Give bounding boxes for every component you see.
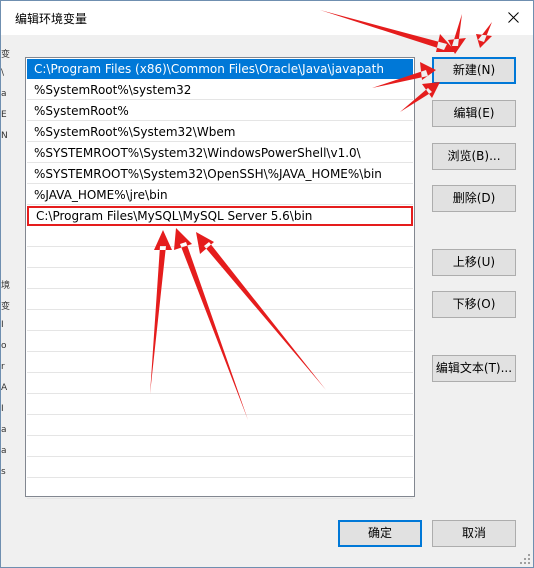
path-list-empty-row[interactable] bbox=[27, 458, 413, 478]
ok-button[interactable]: 确定 bbox=[338, 520, 422, 547]
path-list-item[interactable]: %SYSTEMROOT%\System32\WindowsPowerShell\… bbox=[27, 143, 413, 163]
new-button[interactable]: 新建(N) bbox=[432, 57, 516, 84]
path-list-empty-row[interactable] bbox=[27, 479, 413, 499]
path-list-item-editing[interactable]: C:\Program Files\MySQL\MySQL Server 5.6\… bbox=[27, 206, 413, 226]
background-glyph: o bbox=[1, 341, 7, 351]
path-list-empty-row[interactable] bbox=[27, 248, 413, 268]
path-list-empty-row[interactable] bbox=[27, 395, 413, 415]
background-glyph: s bbox=[1, 467, 6, 477]
background-glyph: a bbox=[1, 89, 7, 99]
path-list-empty-row[interactable] bbox=[27, 416, 413, 436]
background-glyph: 境 bbox=[1, 281, 11, 291]
browse-button[interactable]: 浏览(B)... bbox=[432, 143, 516, 170]
window-title: 编辑环境变量 bbox=[15, 12, 88, 26]
path-list-empty-row[interactable] bbox=[27, 332, 413, 352]
move-up-button[interactable]: 上移(U) bbox=[432, 249, 516, 276]
path-list-empty-row[interactable] bbox=[27, 437, 413, 457]
background-glyph: a bbox=[1, 446, 7, 456]
background-glyph: r bbox=[1, 362, 5, 372]
title-bar[interactable]: 编辑环境变量 bbox=[1, 1, 533, 35]
path-list-empty-row[interactable] bbox=[27, 290, 413, 310]
edit-text-button[interactable]: 编辑文本(T)... bbox=[432, 355, 516, 382]
background-glyph: 变 bbox=[1, 50, 11, 60]
path-list-empty-row[interactable] bbox=[27, 311, 413, 331]
background-glyph: A bbox=[1, 383, 8, 393]
background-window-edge: 变 \ a E N 境变 Io r A Ia a s bbox=[1, 35, 11, 505]
close-icon bbox=[507, 11, 519, 23]
path-list-item[interactable]: %SYSTEMROOT%\System32\OpenSSH\%JAVA_HOME… bbox=[27, 164, 413, 184]
edit-env-variable-dialog: 编辑环境变量 变 \ a E N 境变 Io r A Ia a s C:\Program Files … bbox=[0, 0, 534, 568]
path-list-item[interactable]: %SystemRoot%\system32 bbox=[27, 80, 413, 100]
path-list-item[interactable]: %SystemRoot% bbox=[27, 101, 413, 121]
move-down-button[interactable]: 下移(O) bbox=[432, 291, 516, 318]
background-glyph: N bbox=[1, 131, 8, 141]
background-glyph: 变 bbox=[1, 302, 11, 312]
path-list-item[interactable]: %SystemRoot%\System32\Wbem bbox=[27, 122, 413, 142]
resize-grip-icon[interactable] bbox=[519, 553, 531, 565]
path-list-item[interactable]: C:\Program Files (x86)\Common Files\Orac… bbox=[27, 59, 413, 79]
path-list[interactable]: C:\Program Files (x86)\Common Files\Orac… bbox=[25, 57, 415, 499]
path-list-empty-row[interactable] bbox=[27, 269, 413, 289]
cancel-button[interactable]: 取消 bbox=[432, 520, 516, 547]
close-button[interactable] bbox=[493, 1, 533, 33]
background-glyph: I bbox=[1, 404, 4, 414]
path-list-item[interactable]: %JAVA_HOME%\jre\bin bbox=[27, 185, 413, 205]
delete-button[interactable]: 删除(D) bbox=[432, 185, 516, 212]
background-glyph: E bbox=[1, 110, 7, 120]
background-glyph: I bbox=[1, 320, 4, 330]
path-list-empty-row[interactable] bbox=[27, 227, 413, 247]
edit-button[interactable]: 编辑(E) bbox=[432, 100, 516, 127]
background-glyph: a bbox=[1, 425, 7, 435]
path-list-empty-row[interactable] bbox=[27, 374, 413, 394]
background-glyph: \ bbox=[1, 68, 5, 78]
path-list-empty-row[interactable] bbox=[27, 353, 413, 373]
